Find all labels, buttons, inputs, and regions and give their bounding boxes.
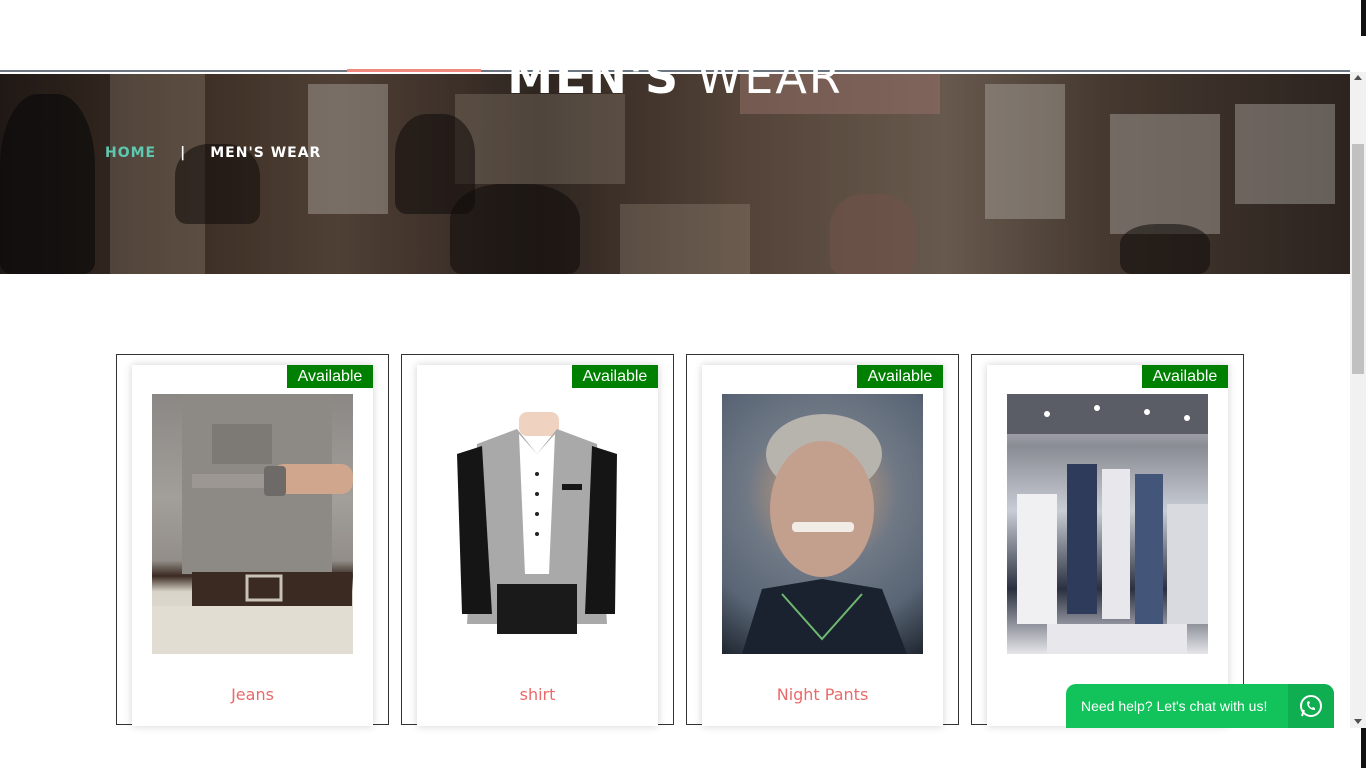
product-card[interactable]: Available shirt [401,354,674,726]
scroll-up-arrow-icon[interactable] [1354,75,1362,80]
product-card[interactable]: Available Jeans [116,354,389,726]
product-image[interactable] [722,394,923,654]
scrollbar-thumb[interactable] [1352,144,1364,374]
product-image[interactable] [1007,394,1208,654]
hero-banner [0,74,1350,274]
page-title-strong: MEN'S [507,50,681,104]
window-edge [1361,728,1366,768]
product-card-inner: Available Night Pants [702,365,943,726]
product-image[interactable] [437,394,638,654]
product-card-inner: Available [987,365,1228,726]
availability-badge: Available [1142,365,1228,388]
chat-widget-button[interactable]: Need help? Let's chat with us! [1066,684,1334,728]
availability-badge: Available [287,365,373,388]
product-card[interactable]: Available [971,354,1244,726]
product-card[interactable]: Available Night Pants [686,354,959,726]
window-edge [1361,0,1366,36]
page-title: MEN'S WEAR [0,50,1350,104]
product-name[interactable]: Night Pants [702,685,943,704]
availability-badge: Available [572,365,658,388]
product-image[interactable] [152,394,353,654]
whatsapp-icon[interactable] [1288,684,1334,728]
product-name[interactable]: shirt [417,685,658,704]
breadcrumb-current: MEN'S WEAR [210,145,322,161]
product-grid: Available Jeans Available shirt Availabl… [116,354,1246,726]
page-scrollbar[interactable] [1350,72,1366,728]
chat-widget-label[interactable]: Need help? Let's chat with us! [1066,698,1288,714]
availability-badge: Available [857,365,943,388]
product-card-inner: Available shirt [417,365,658,726]
scroll-down-arrow-icon[interactable] [1354,719,1362,724]
breadcrumb-separator: | [180,145,187,161]
breadcrumb: HOME | MEN'S WEAR [105,145,321,161]
product-card-inner: Available Jeans [132,365,373,726]
page-title-light: WEAR [696,50,843,104]
product-name[interactable]: Jeans [132,685,373,704]
breadcrumb-home-link[interactable]: HOME [105,145,156,161]
